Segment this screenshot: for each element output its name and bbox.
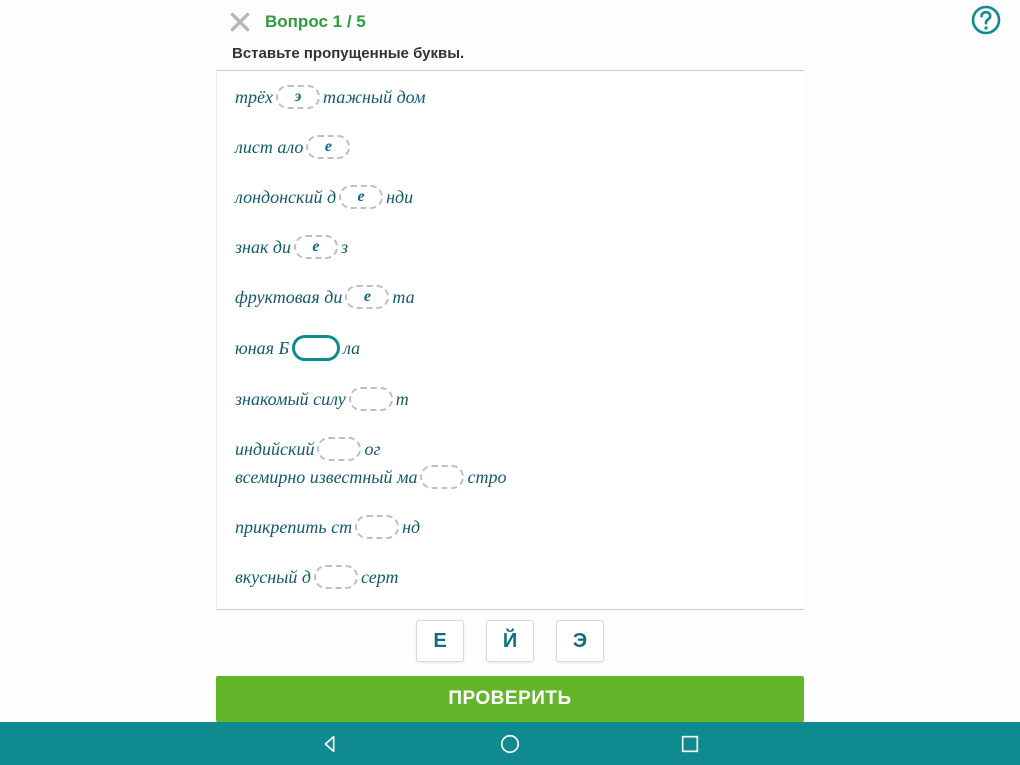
phrase-text: прикрепить ст — [235, 515, 352, 539]
nav-home-icon[interactable] — [490, 724, 530, 764]
phrase-text: индийский — [235, 437, 314, 461]
phrase-text: знакомый силу — [235, 387, 346, 411]
exercise-line: всемирно известный ма стро — [235, 465, 786, 489]
phrase-text: з — [341, 235, 348, 259]
instruction-text: Вставьте пропущенные буквы. — [216, 39, 804, 71]
blank-input[interactable] — [420, 465, 464, 489]
letter-option[interactable]: Е — [416, 620, 464, 662]
exercise-line: юная Б ла — [235, 335, 786, 361]
phrase-text: всемирно известный ма — [235, 465, 417, 489]
exercise-line: знак диез — [235, 235, 786, 259]
question-counter: Вопрос 1 / 5 — [265, 12, 366, 32]
phrase-text: ла — [343, 336, 360, 360]
blank-input[interactable]: э — [276, 85, 320, 109]
phrase-text: ог — [364, 437, 380, 461]
blank-input[interactable]: е — [345, 285, 389, 309]
phrase-text: т — [396, 387, 409, 411]
phrase-text: вкусный д — [235, 565, 311, 589]
header-bar: Вопрос 1 / 5 — [0, 4, 1020, 39]
exercise-line: прикрепить ст нд — [235, 515, 786, 539]
exercise-line: индийский ог — [235, 437, 786, 461]
blank-input[interactable] — [317, 437, 361, 461]
help-icon[interactable] — [970, 4, 1002, 36]
letter-option[interactable]: Й — [486, 620, 534, 662]
blank-input[interactable] — [355, 515, 399, 539]
blank-input[interactable]: е — [294, 235, 338, 259]
phrase-text: нд — [402, 515, 420, 539]
phrase-text: нди — [386, 185, 413, 209]
blank-input-active[interactable] — [292, 335, 340, 361]
phrase-text: лист ало — [235, 135, 303, 159]
phrase-text: трёх — [235, 85, 273, 109]
blank-input[interactable] — [349, 387, 393, 411]
exercise-line: знакомый силу т — [235, 387, 786, 411]
check-button[interactable]: ПРОВЕРИТЬ — [216, 676, 804, 722]
android-navbar — [0, 722, 1020, 765]
exercise-line: фруктовая диета — [235, 285, 786, 309]
close-icon[interactable] — [227, 9, 253, 35]
blank-input[interactable]: е — [306, 135, 350, 159]
exercise-line: лист алое — [235, 135, 786, 159]
exercise-content: трёхэтажный домлист алоелондонский денди… — [216, 71, 804, 609]
blank-input[interactable]: е — [339, 185, 383, 209]
bottom-area: ЕЙЭ ПРОВЕРИТЬ — [216, 609, 804, 722]
phrase-text: та — [392, 285, 414, 309]
phrase-text: серт — [361, 565, 399, 589]
phrase-text: стро — [467, 465, 506, 489]
phrase-text: тажный дом — [323, 85, 426, 109]
letter-options-row: ЕЙЭ — [416, 620, 604, 662]
nav-back-icon[interactable] — [310, 724, 350, 764]
exercise-line: трёхэтажный дом — [235, 85, 786, 109]
phrase-text: юная Б — [235, 336, 289, 360]
nav-recent-icon[interactable] — [670, 724, 710, 764]
exercise-line: вкусный д серт — [235, 565, 786, 589]
phrase-text: знак ди — [235, 235, 291, 259]
blank-input[interactable] — [314, 565, 358, 589]
phrase-text: лондонский д — [235, 185, 336, 209]
exercise-line: лондонский денди — [235, 185, 786, 209]
phrase-text: фруктовая ди — [235, 285, 342, 309]
letter-option[interactable]: Э — [556, 620, 604, 662]
